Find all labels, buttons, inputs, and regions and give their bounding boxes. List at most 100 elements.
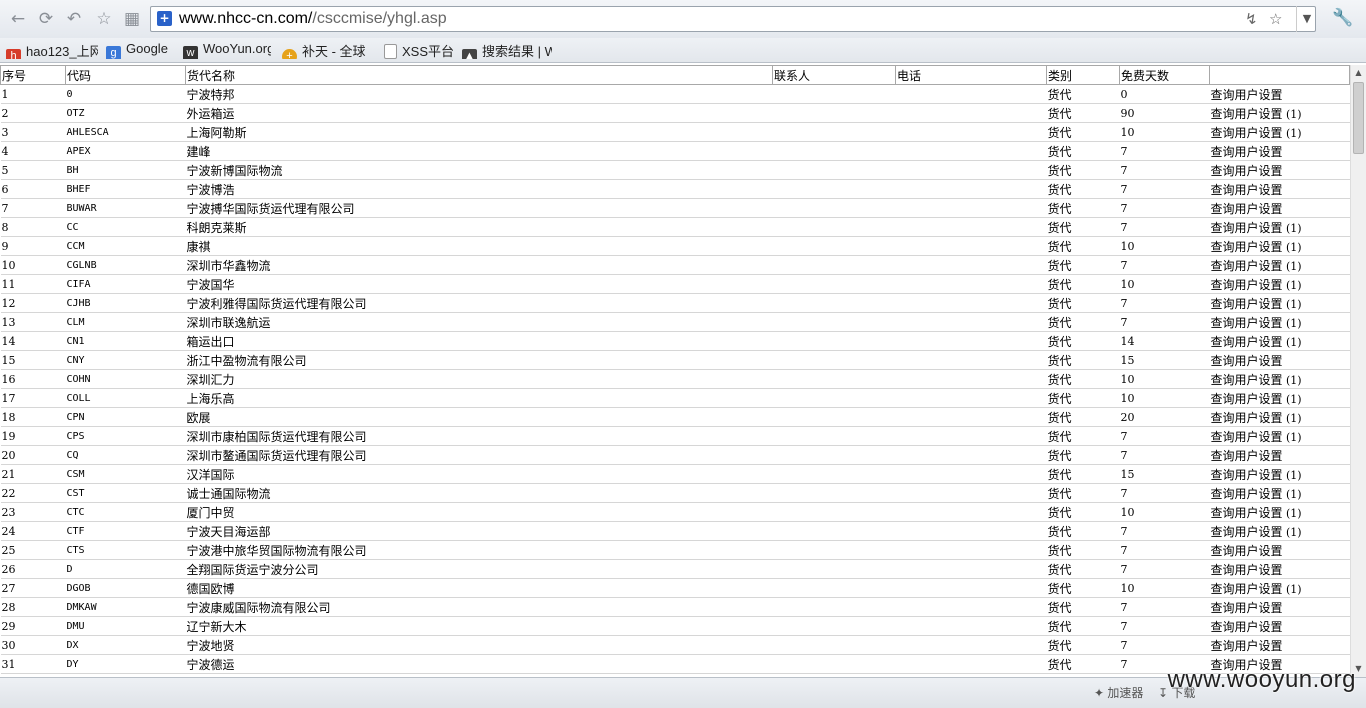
settings-count: (1) [1282,316,1302,330]
query-user-settings-link[interactable]: 查询用户设置 [1211,259,1283,273]
favorite-star-icon[interactable]: ☆ [94,9,114,29]
cell-phone [895,559,1047,579]
query-user-settings-link[interactable]: 查询用户设置 [1211,601,1283,615]
cell-code: CSM [65,464,186,484]
query-user-settings-link[interactable]: 查询用户设置 [1211,278,1283,292]
lightning-icon[interactable]: ↯ [1245,10,1258,28]
query-user-settings-link[interactable]: 查询用户设置 [1211,620,1283,634]
table-row: 9 CCM 康祺 货代 10 查询用户设置 (1) [0,236,1350,256]
cell-category: 货代 [1046,198,1120,218]
bookmark-xss[interactable]: XSS平台 [384,41,454,59]
query-user-settings-link[interactable]: 查询用户设置 [1211,202,1283,216]
cell-code: 0 [65,84,186,104]
wrench-menu-icon[interactable]: 🔧 [1332,8,1353,28]
query-user-settings-link[interactable]: 查询用户设置 [1211,221,1283,235]
bookmark-search-results[interactable]: ▲ 搜索结果 | W [462,41,552,59]
cell-free-days: 7 [1119,312,1210,332]
back-icon[interactable]: ← [8,9,28,29]
cell-phone [895,502,1047,522]
table-row: 20 CQ 深圳市鳌通国际货运代理有限公司 货代 7 查询用户设置 [0,445,1350,465]
cell-contact [772,464,896,484]
query-user-settings-link[interactable]: 查询用户设置 [1211,297,1283,311]
query-user-settings-link[interactable]: 查询用户设置 [1211,525,1283,539]
query-user-settings-link[interactable]: 查询用户设置 [1211,335,1283,349]
cell-actions: 查询用户设置 [1209,84,1350,104]
cell-name: 上海乐高 [185,388,773,408]
undo-icon[interactable]: ↶ [64,9,84,29]
cell-actions: 查询用户设置 (1) [1209,236,1350,256]
cell-free-days: 7 [1119,198,1210,218]
query-user-settings-link[interactable]: 查询用户设置 [1211,449,1283,463]
cell-contact [772,616,896,636]
address-bar[interactable]: + www.nhcc-cn.com//csccmise/yhgl.asp ↯ ☆ [150,6,1316,32]
query-user-settings-link[interactable]: 查询用户设置 [1211,354,1283,368]
bookmark-butian[interactable]: + 补天 - 全球 [282,41,374,59]
cell-phone [895,540,1047,560]
bookmark-google[interactable]: g Google [106,41,176,59]
cell-category: 货代 [1046,483,1120,503]
cell-code: BUWAR [65,198,186,218]
query-user-settings-link[interactable]: 查询用户设置 [1211,563,1283,577]
cell-free-days: 10 [1119,236,1210,256]
query-user-settings-link[interactable]: 查询用户设置 [1211,145,1283,159]
scroll-up-icon[interactable]: ▲ [1351,65,1366,81]
address-dropdown-icon[interactable]: ▼ [1296,6,1317,32]
query-user-settings-link[interactable]: 查询用户设置 [1211,430,1283,444]
cell-phone [895,274,1047,294]
cell-contact [772,388,896,408]
bookmark-hao123[interactable]: h hao123_上网 [6,41,98,59]
query-user-settings-link[interactable]: 查询用户设置 [1211,316,1283,330]
settings-count: (1) [1282,392,1302,406]
cell-name: 宁波地贤 [185,635,773,655]
cell-free-days: 14 [1119,331,1210,351]
cell-free-days: 7 [1119,426,1210,446]
settings-count: (1) [1282,221,1302,235]
bookmark-wooyun[interactable]: w WooYun.org [183,41,271,59]
cell-actions: 查询用户设置 (1) [1209,464,1350,484]
cell-code: COHN [65,369,186,389]
cell-category: 货代 [1046,160,1120,180]
cell-free-days: 10 [1119,502,1210,522]
query-user-settings-link[interactable]: 查询用户设置 [1211,126,1283,140]
query-user-settings-link[interactable]: 查询用户设置 [1211,582,1283,596]
bookmark-star-icon[interactable]: ☆ [1269,10,1282,28]
query-user-settings-link[interactable]: 查询用户设置 [1211,411,1283,425]
cell-actions: 查询用户设置 (1) [1209,274,1350,294]
query-user-settings-link[interactable]: 查询用户设置 [1211,183,1283,197]
cell-phone [895,312,1047,332]
query-user-settings-link[interactable]: 查询用户设置 [1211,164,1283,178]
accelerator-button[interactable]: ✦ 加速器 [1094,684,1143,701]
vertical-scrollbar[interactable]: ▲ ▼ [1350,65,1366,677]
query-user-settings-link[interactable]: 查询用户设置 [1211,487,1283,501]
scrollbar-thumb[interactable] [1353,82,1364,154]
refresh-icon[interactable]: ⟳ [36,9,56,29]
cell-free-days: 90 [1119,103,1210,123]
cell-code: CPS [65,426,186,446]
query-user-settings-link[interactable]: 查询用户设置 [1211,88,1283,102]
cell-name: 宁波搏华国际货运代理有限公司 [185,198,773,218]
query-user-settings-link[interactable]: 查询用户设置 [1211,240,1283,254]
query-user-settings-link[interactable]: 查询用户设置 [1211,468,1283,482]
query-user-settings-link[interactable]: 查询用户设置 [1211,392,1283,406]
query-user-settings-link[interactable]: 查询用户设置 [1211,639,1283,653]
apps-grid-icon[interactable]: ▦ [122,9,142,29]
query-user-settings-link[interactable]: 查询用户设置 [1211,544,1283,558]
address-url[interactable]: www.nhcc-cn.com//csccmise/yhgl.asp [179,10,447,28]
query-user-settings-link[interactable]: 查询用户设置 [1211,373,1283,387]
settings-count: (1) [1282,430,1302,444]
cell-phone [895,388,1047,408]
table-row: 8 CC 科朗克莱斯 货代 7 查询用户设置 (1) [0,217,1350,237]
cell-index: 31 [0,654,66,674]
table-row: 11 CIFA 宁波国华 货代 10 查询用户设置 (1) [0,274,1350,294]
table-row: 31 DY 宁波德运 货代 7 查询用户设置 [0,654,1350,674]
cell-category: 货代 [1046,597,1120,617]
cell-contact [772,350,896,370]
query-user-settings-link[interactable]: 查询用户设置 [1211,107,1283,121]
query-user-settings-link[interactable]: 查询用户设置 [1211,506,1283,520]
cell-category: 货代 [1046,388,1120,408]
cell-contact [772,255,896,275]
cell-code: CTC [65,502,186,522]
table-row: 10 CGLNB 深圳市华鑫物流 货代 7 查询用户设置 (1) [0,255,1350,275]
cell-phone [895,483,1047,503]
cell-actions: 查询用户设置 [1209,616,1350,636]
